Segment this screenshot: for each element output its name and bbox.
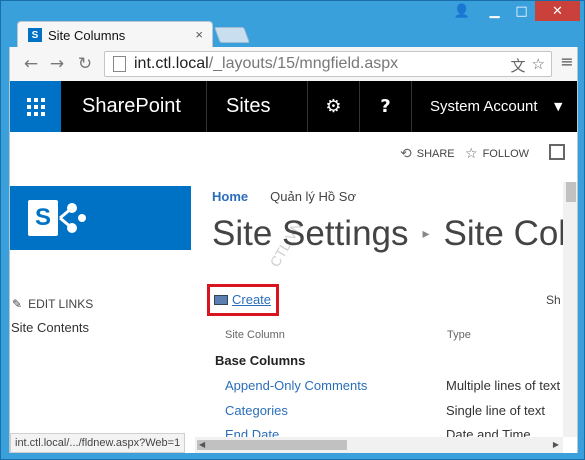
show-group-label: Sh	[546, 293, 561, 307]
vertical-scroll-thumb[interactable]	[566, 182, 576, 202]
site-column-link[interactable]: Append-Only Comments	[225, 378, 367, 393]
create-label: Create	[232, 292, 272, 307]
page-title-current: Site Colu	[443, 214, 578, 253]
url-host: int.ctl.local	[134, 55, 209, 72]
page-title: Site Settings ▸ Site Colu	[212, 214, 578, 254]
browser-menu-icon[interactable]: ≡	[559, 52, 575, 71]
suite-divider	[411, 81, 412, 132]
table-row: Categories Single line of text	[10, 403, 577, 427]
suite-brand[interactable]: SharePoint	[82, 81, 181, 132]
edit-links-label: EDIT LINKS	[28, 297, 94, 311]
reload-icon[interactable]: ↻	[74, 53, 96, 75]
share-label: SHARE	[416, 148, 455, 160]
column-header-type: Type	[447, 329, 471, 341]
help-icon[interactable]: ?	[360, 81, 411, 132]
follow-button[interactable]: ☆ FOLLOW	[465, 146, 529, 162]
user-menu-chevron-down-icon[interactable]: ▼	[554, 81, 562, 132]
site-logo[interactable]: S	[10, 186, 191, 250]
column-header-site-column: Site Column	[225, 329, 285, 341]
browser-window: 👤 ▁ □ ✕ S Site Columns × ← → ↻ int.ctl.l…	[0, 0, 585, 460]
follow-label: FOLLOW	[482, 148, 530, 160]
page-viewport: SharePoint Sites ⚙ ? System Account ▼ ⟲ …	[9, 81, 578, 453]
forward-icon[interactable]: →	[46, 53, 68, 75]
user-icon[interactable]: 👤	[449, 1, 475, 21]
horizontal-scroll-thumb[interactable]	[197, 440, 347, 450]
user-menu[interactable]: System Account	[430, 81, 538, 132]
omnibox-actions: 文 ☆	[511, 55, 545, 76]
table-row: Append-Only Comments Multiple lines of t…	[10, 378, 577, 402]
share-button[interactable]: ⟲ SHARE	[400, 146, 455, 162]
suite-sites-link[interactable]: Sites	[226, 81, 270, 132]
address-bar[interactable]: int.ctl.local/_layouts/15/mngfield.aspx …	[104, 51, 552, 77]
page-icon	[113, 56, 126, 72]
window-controls: 👤 ▁ □ ✕	[449, 1, 580, 23]
scroll-right-icon[interactable]: ▶	[553, 440, 559, 449]
create-button[interactable]: Create	[214, 292, 271, 307]
bookmark-star-icon[interactable]: ☆	[532, 55, 545, 76]
status-bar-url: int.ctl.local/.../fldnew.aspx?Web=1	[10, 433, 186, 453]
focus-content-icon[interactable]	[549, 144, 565, 160]
breadcrumb-site-link[interactable]: Quản lý Hồ Sơ	[270, 189, 356, 204]
translate-icon[interactable]: 文	[511, 55, 526, 76]
back-icon[interactable]: ←	[20, 53, 42, 75]
edit-links-button[interactable]: ✎ EDIT LINKS	[12, 297, 93, 311]
site-column-type: Multiple lines of text	[446, 378, 561, 393]
horizontal-scrollbar[interactable]: ◀ ▶	[195, 437, 563, 453]
new-column-icon	[214, 294, 228, 305]
logo-network-icon	[59, 203, 86, 233]
browser-tab[interactable]: S Site Columns ×	[17, 21, 213, 48]
vertical-scrollbar[interactable]	[563, 182, 577, 437]
settings-gear-icon[interactable]: ⚙	[308, 81, 359, 132]
breadcrumb-home-link[interactable]: Home	[212, 189, 248, 204]
site-column-type: Single line of text	[446, 403, 546, 418]
site-column-link[interactable]: Categories	[225, 403, 288, 418]
title-bar: 👤 ▁ □ ✕ S Site Columns ×	[1, 1, 585, 48]
close-window-button[interactable]: ✕	[535, 1, 580, 21]
left-nav-site-contents[interactable]: Site Contents	[11, 320, 89, 335]
group-heading: Base Columns	[215, 353, 306, 368]
scroll-left-icon[interactable]: ◀	[199, 440, 205, 449]
page-actions: ⟲ SHARE ☆ FOLLOW	[10, 139, 577, 169]
pencil-icon: ✎	[12, 297, 23, 311]
breadcrumb: Home Quản lý Hồ Sơ	[212, 189, 356, 204]
suite-bar: SharePoint Sites ⚙ ? System Account ▼	[10, 81, 577, 132]
share-icon: ⟲	[400, 146, 412, 162]
browser-toolbar: ← → ↻ int.ctl.local/_layouts/15/mngfield…	[9, 47, 578, 81]
new-tab-button[interactable]	[214, 27, 250, 43]
minimize-button[interactable]: ▁	[481, 1, 508, 21]
title-separator-icon: ▸	[422, 226, 430, 242]
maximize-button[interactable]: □	[508, 1, 535, 21]
suite-divider	[206, 81, 207, 132]
app-launcher-icon[interactable]	[10, 81, 61, 132]
tab-title: Site Columns	[48, 27, 126, 43]
tab-close-icon[interactable]: ×	[195, 27, 203, 42]
sharepoint-logo-icon: S	[28, 200, 58, 236]
url-path: /_layouts/15/mngfield.aspx	[208, 55, 399, 72]
follow-star-icon: ☆	[465, 146, 478, 162]
page-title-site-settings-link[interactable]: Site Settings	[212, 214, 409, 254]
sharepoint-favicon-icon: S	[28, 28, 42, 42]
